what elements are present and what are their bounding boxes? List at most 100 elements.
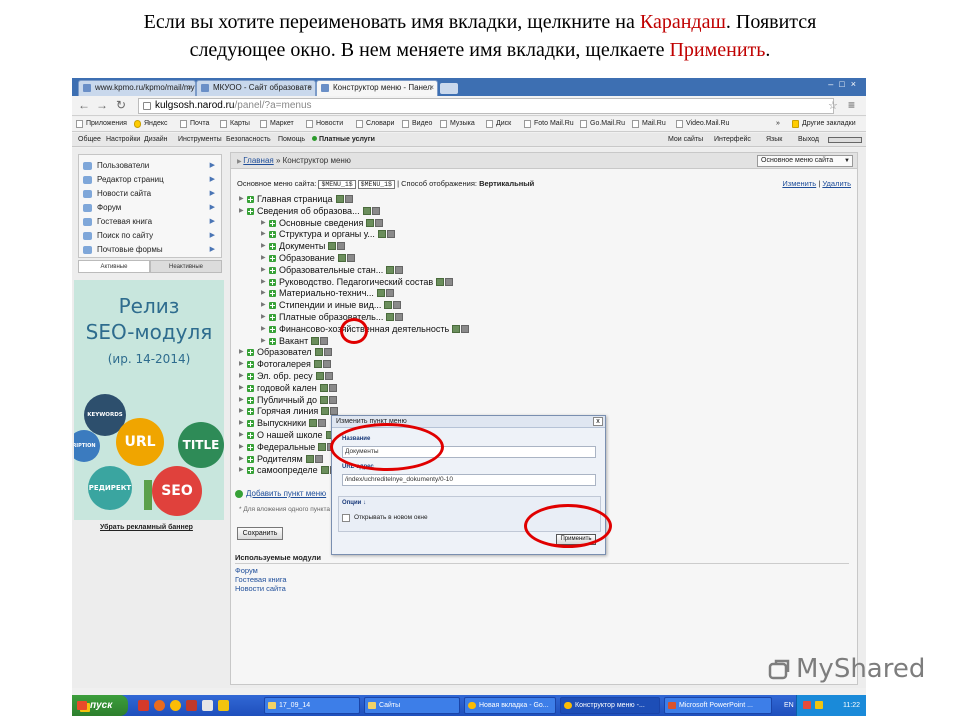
zoom-slider[interactable] [828, 137, 862, 143]
forward-icon[interactable]: → [96, 98, 108, 112]
menu-item[interactable]: ▶ Образовател [239, 346, 332, 358]
tab-inactive-modules[interactable]: Неактивные [150, 260, 222, 273]
pencil-icon[interactable] [319, 383, 328, 392]
pencil-icon[interactable] [386, 265, 395, 274]
back-icon[interactable]: ← [78, 98, 90, 112]
menu-code-tag[interactable]: $MENU_1$ [318, 180, 356, 189]
pencil-icon[interactable] [384, 301, 393, 310]
delete-icon[interactable] [395, 313, 404, 321]
delete-icon[interactable] [344, 195, 353, 203]
menu-item[interactable]: ▶ Фотогалерея [239, 358, 331, 370]
drag-handle-icon[interactable] [247, 455, 254, 463]
delete-icon[interactable] [461, 324, 470, 333]
toolbar-interface[interactable]: Интерфейс [714, 135, 751, 145]
module-link-news[interactable]: Новости сайта [235, 584, 849, 593]
edit-menu-link[interactable]: Изменить [782, 179, 816, 188]
drag-handle-icon[interactable] [269, 231, 276, 239]
expand-icon[interactable]: ▶ [239, 464, 244, 476]
bookmarks-overflow[interactable]: » [776, 119, 780, 129]
bookmark-item[interactable]: Video.Mail.Ru [676, 119, 729, 129]
app-icon[interactable] [202, 700, 213, 711]
expand-icon[interactable]: ▶ [239, 429, 244, 441]
browser-tab-active[interactable]: Конструктор меню - Панел × [316, 80, 438, 96]
remove-banner-link[interactable]: Убрать рекламный баннер [100, 524, 193, 531]
drag-handle-icon[interactable] [269, 337, 276, 345]
sidebar-item-search[interactable]: Поиск по сайту ▶ [83, 229, 217, 243]
pencil-icon[interactable] [309, 419, 318, 428]
bookmark-item[interactable]: Go.Mail.Ru [580, 119, 625, 129]
tray-icon[interactable] [803, 701, 811, 709]
expand-icon[interactable]: ▶ [261, 228, 266, 240]
bookmark-apps[interactable]: Приложения [76, 119, 127, 129]
url-field[interactable]: /index/uchreditelnye_dokumenty/0-10 [342, 474, 596, 486]
pencil-icon[interactable] [311, 336, 320, 345]
bookmark-item[interactable]: Mail.Ru [632, 119, 666, 129]
browser-menu-icon[interactable]: ≡ [848, 98, 855, 112]
drag-handle-icon[interactable] [247, 420, 254, 428]
menu-subitem[interactable]: ▶ Вакант [261, 335, 329, 347]
pencil-icon[interactable] [386, 313, 395, 321]
close-icon[interactable]: x [593, 417, 603, 426]
bookmark-item[interactable]: Диск [486, 119, 511, 129]
close-icon[interactable]: × [429, 81, 434, 95]
expand-icon[interactable]: ▶ [239, 382, 244, 394]
pencil-icon[interactable] [314, 348, 323, 357]
menu-subitem[interactable]: ▶ Основные сведения [261, 217, 384, 229]
menu-subitem[interactable]: ▶ Финансово-хозяйственная деятельность [261, 323, 470, 335]
bookmark-item[interactable]: Новости [306, 119, 343, 129]
apply-button[interactable]: Применить [556, 534, 596, 545]
url-input[interactable]: kulgsosh.narod.ru/panel/?a=menus [138, 98, 834, 114]
expand-icon[interactable]: ▶ [239, 394, 244, 406]
browser-tab[interactable]: www.kpmo.ru/kpmo/mail/my × [78, 80, 196, 96]
pencil-icon[interactable] [377, 230, 386, 239]
menu-subitem[interactable]: ▶ Документы [261, 240, 346, 252]
bookmark-item[interactable]: Почта [180, 119, 209, 129]
delete-icon[interactable] [371, 206, 380, 215]
pencil-icon[interactable] [328, 242, 337, 251]
expand-icon[interactable]: ▶ [261, 240, 266, 252]
delete-icon[interactable] [346, 254, 355, 262]
start-button[interactable]: пуск [72, 695, 128, 716]
bookmark-item[interactable]: Карты [220, 119, 250, 129]
sidebar-item-mail-forms[interactable]: Почтовые формы ▶ [83, 243, 217, 257]
toolbar-paid-services[interactable]: Платные услуги [312, 135, 375, 145]
bookmark-star-icon[interactable]: ☆ [828, 99, 838, 112]
pencil-icon[interactable] [315, 372, 324, 380]
menu-subitem[interactable]: ▶ Руководство. Педагогический состав [261, 276, 454, 288]
browser-tab[interactable]: МКУОО - Сайт образовате × [196, 80, 316, 96]
new-tab-button[interactable] [440, 83, 458, 94]
delete-icon[interactable] [318, 419, 327, 428]
add-menu-item-link[interactable]: Добавить пункт меню [235, 489, 326, 498]
pencil-icon[interactable] [305, 454, 314, 463]
expand-icon[interactable]: ▶ [261, 276, 266, 288]
pencil-icon[interactable] [436, 277, 445, 286]
delete-menu-link[interactable]: Удалить [822, 179, 851, 188]
expand-icon[interactable]: ▶ [239, 417, 244, 429]
drag-handle-icon[interactable] [247, 432, 254, 439]
menu-item[interactable]: ▶ Эл. обр. ресу [239, 370, 333, 382]
task-item[interactable]: 17_09_14 [264, 697, 360, 714]
reload-icon[interactable]: ↻ [116, 98, 126, 112]
expand-icon[interactable]: ▶ [261, 264, 266, 276]
toolbar-tools[interactable]: Инструменты [178, 135, 222, 145]
task-item[interactable]: Сайты [364, 697, 460, 714]
close-icon[interactable]: × [307, 81, 312, 95]
bookmark-item[interactable]: Видео [402, 119, 432, 129]
drag-handle-icon[interactable] [247, 373, 254, 380]
menu-item[interactable]: ▶ Горячая линия [239, 405, 339, 417]
drag-handle-icon[interactable] [269, 243, 276, 251]
delete-icon[interactable] [324, 372, 333, 380]
sidebar-item-users[interactable]: Пользователи ▶ [83, 159, 217, 173]
expand-icon[interactable]: ▶ [239, 453, 244, 465]
module-link-guestbook[interactable]: Гостевая книга [235, 575, 849, 584]
menu-select[interactable]: Основное меню сайта [757, 155, 853, 167]
pencil-icon[interactable] [337, 254, 346, 262]
sidebar-item-forum[interactable]: Форум ▶ [83, 201, 217, 215]
expand-icon[interactable]: ▶ [261, 217, 266, 229]
drag-handle-icon[interactable] [269, 278, 276, 286]
drag-handle-icon[interactable] [247, 408, 254, 416]
drag-handle-icon[interactable] [269, 266, 276, 274]
pencil-icon[interactable] [376, 289, 385, 298]
name-field[interactable]: Документы [342, 446, 596, 458]
menu-subitem[interactable]: ▶ Образовательные стан... [261, 264, 404, 276]
